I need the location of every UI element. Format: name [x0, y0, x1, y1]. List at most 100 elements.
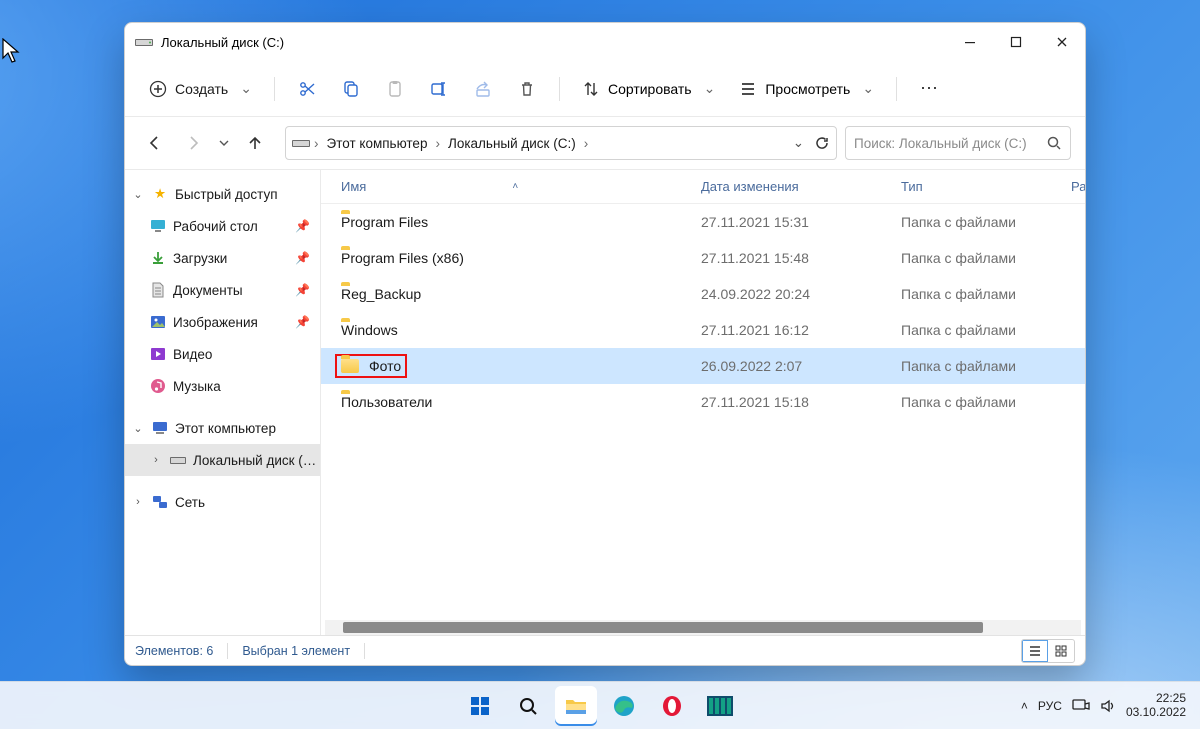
file-row[interactable]: Reg_Backup24.09.2022 20:24Папка с файлам… [321, 276, 1085, 312]
column-size[interactable]: Раз [1051, 179, 1086, 194]
file-name: Reg_Backup [341, 286, 421, 302]
search-icon [517, 695, 539, 717]
column-date[interactable]: Дата изменения [681, 179, 881, 194]
file-row[interactable]: Фото26.09.2022 2:07Папка с файлами [321, 348, 1085, 384]
details-view-button[interactable] [1022, 640, 1048, 662]
paste-button[interactable] [375, 71, 415, 107]
minimize-button[interactable] [947, 26, 993, 58]
maximize-button[interactable] [993, 26, 1039, 58]
file-name: Пользователи [341, 394, 432, 410]
chevron-down-icon[interactable]: ⌄ [793, 135, 804, 151]
sidebar-this-pc[interactable]: ⌄ Этот компьютер [125, 412, 320, 444]
search-box[interactable] [845, 126, 1071, 160]
up-button[interactable] [239, 127, 271, 159]
file-row[interactable]: Program Files (x86)27.11.2021 15:48Папка… [321, 240, 1085, 276]
tiles-view-button[interactable] [1048, 640, 1074, 662]
file-row[interactable]: Пользователи27.11.2021 15:18Папка с файл… [321, 384, 1085, 420]
music-icon [149, 377, 167, 395]
drive-icon [169, 451, 187, 469]
breadcrumb-drive[interactable]: Локальный диск (C:) [444, 136, 580, 151]
scrollbar-thumb[interactable] [343, 622, 983, 633]
chevron-right-icon: › [435, 136, 440, 151]
plus-circle-icon [149, 80, 167, 98]
documents-icon [149, 281, 167, 299]
cut-button[interactable] [287, 71, 327, 107]
sidebar-item-pictures[interactable]: Изображения 📌 [125, 306, 320, 338]
search-button[interactable] [507, 686, 549, 726]
pin-icon: 📌 [295, 283, 310, 297]
edge-button[interactable] [603, 686, 645, 726]
sidebar-item-desktop[interactable]: Рабочий стол 📌 [125, 210, 320, 242]
sidebar-network[interactable]: › Сеть [125, 486, 320, 518]
more-button[interactable]: ⋯ [909, 71, 949, 107]
file-explorer-button[interactable] [555, 686, 597, 726]
volume-icon[interactable] [1100, 699, 1116, 713]
column-headers: Имя ˄ Дата изменения Тип Раз [321, 170, 1085, 204]
back-button[interactable] [139, 127, 171, 159]
chevron-down-icon: ⌄ [704, 80, 716, 97]
file-type: Папка с файлами [881, 394, 1051, 410]
name-wrap: Reg_Backup [341, 286, 421, 302]
file-type: Папка с файлами [881, 358, 1051, 374]
forward-button[interactable] [177, 127, 209, 159]
pin-icon: 📌 [295, 251, 310, 265]
opera-icon [661, 695, 683, 717]
drive-icon [292, 134, 310, 152]
share-icon [473, 79, 493, 99]
rename-button[interactable] [419, 71, 459, 107]
breadcrumb-this-pc[interactable]: Этот компьютер [323, 136, 432, 151]
view-mode-toggle [1021, 639, 1075, 663]
pictures-icon [149, 313, 167, 331]
clipboard-icon [385, 79, 405, 99]
sort-button[interactable]: Сортировать ⌄ [572, 74, 725, 104]
app-button[interactable] [699, 686, 741, 726]
body: ⌄ ★ Быстрый доступ Рабочий стол 📌 Загруз… [125, 169, 1085, 635]
address-bar[interactable]: › Этот компьютер › Локальный диск (C:) ›… [285, 126, 837, 160]
file-date: 27.11.2021 15:31 [681, 214, 881, 230]
file-date: 27.11.2021 16:12 [681, 322, 881, 338]
opera-button[interactable] [651, 686, 693, 726]
view-button[interactable]: Просмотреть ⌄ [729, 74, 884, 104]
sidebar-item-downloads[interactable]: Загрузки 📌 [125, 242, 320, 274]
file-date: 24.09.2022 20:24 [681, 286, 881, 302]
status-item-count: Элементов: 6 [135, 644, 213, 658]
new-button[interactable]: Создать ⌄ [139, 74, 262, 104]
delete-button[interactable] [507, 71, 547, 107]
column-type[interactable]: Тип [881, 179, 1051, 194]
file-name-cell: Reg_Backup [321, 286, 681, 302]
recent-dropdown[interactable] [215, 127, 233, 159]
column-name[interactable]: Имя ˄ [321, 179, 681, 194]
name-wrap: Program Files (x86) [341, 250, 464, 266]
network-icon[interactable] [1072, 699, 1090, 713]
sidebar-item-drive-c[interactable]: › Локальный диск (C:) [125, 444, 320, 476]
file-row[interactable]: Program Files27.11.2021 15:31Папка с фай… [321, 204, 1085, 240]
tray-clock[interactable]: 22:25 03.10.2022 [1126, 692, 1186, 720]
sidebar-item-videos[interactable]: Видео [125, 338, 320, 370]
file-name-cell: Пользователи [321, 394, 681, 410]
separator [227, 643, 228, 659]
search-input[interactable] [854, 136, 1038, 151]
sidebar-quick-access[interactable]: ⌄ ★ Быстрый доступ [125, 178, 320, 210]
chevron-right-icon: › [314, 136, 319, 151]
list-icon [739, 80, 757, 98]
horizontal-scrollbar[interactable] [325, 620, 1081, 635]
titlebar: Локальный диск (C:) [125, 23, 1085, 61]
network-icon [151, 493, 169, 511]
explorer-window: Локальный диск (C:) Создать ⌄ [124, 22, 1086, 666]
refresh-button[interactable] [814, 135, 830, 151]
file-row[interactable]: Windows27.11.2021 16:12Папка с файлами [321, 312, 1085, 348]
film-icon [707, 696, 733, 716]
trash-icon [517, 79, 537, 99]
pin-icon: 📌 [295, 219, 310, 233]
sort-label: Сортировать [608, 81, 692, 97]
sidebar-item-documents[interactable]: Документы 📌 [125, 274, 320, 306]
start-button[interactable] [459, 686, 501, 726]
close-button[interactable] [1039, 26, 1085, 58]
sidebar-item-music[interactable]: Музыка [125, 370, 320, 402]
share-button[interactable] [463, 71, 503, 107]
tray-language[interactable]: РУС [1038, 699, 1062, 713]
copy-button[interactable] [331, 71, 371, 107]
folder-icon [341, 359, 359, 373]
folder-icon [564, 696, 588, 716]
tray-chevron-up[interactable]: ˄ [1021, 699, 1028, 713]
